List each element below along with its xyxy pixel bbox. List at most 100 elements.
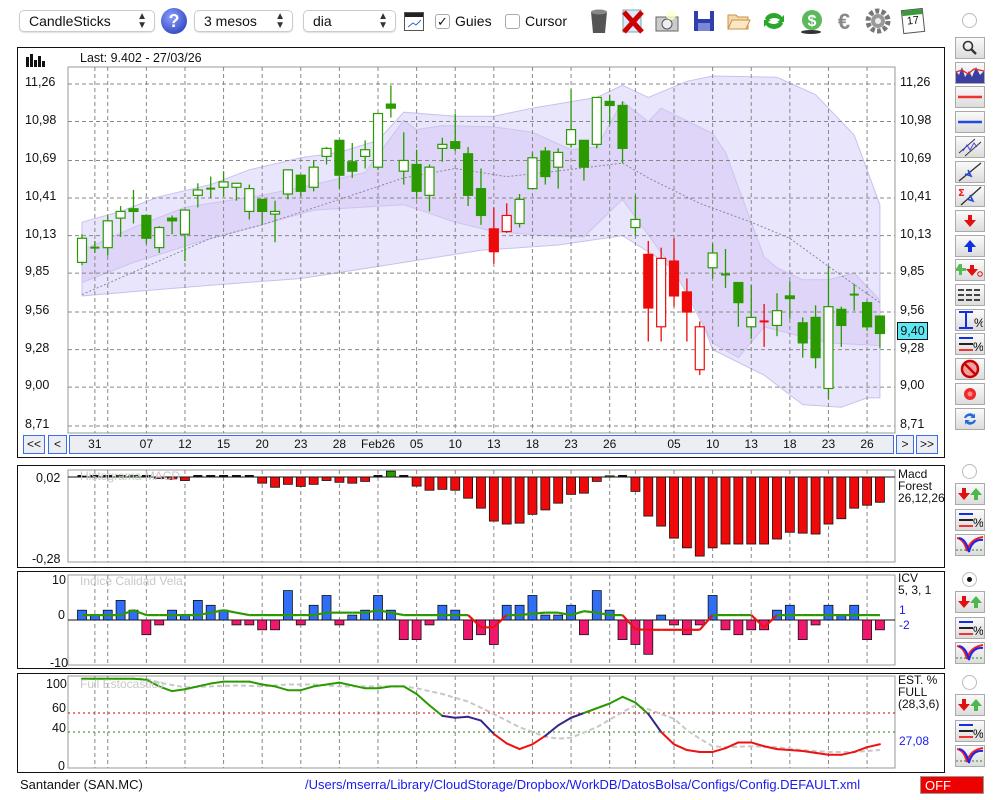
stoch-k-segment — [454, 715, 470, 719]
icv-bar — [591, 590, 602, 621]
candle-body — [733, 281, 744, 304]
stoch-k-segment — [171, 688, 186, 693]
macd-ytick: -0,28 — [32, 552, 61, 566]
macd-bar — [437, 476, 448, 490]
icv-bar — [141, 619, 152, 636]
icv-signal-segment — [519, 612, 533, 617]
icv-levels-button[interactable]: % — [955, 616, 985, 639]
stoch-k-segment — [685, 749, 701, 753]
candle-body — [424, 166, 435, 196]
candle — [372, 112, 384, 170]
stoch-k-segment — [338, 681, 354, 687]
candle-body — [656, 257, 667, 328]
candle-body — [128, 208, 139, 213]
candle-body — [694, 326, 705, 371]
icv-bar — [398, 619, 409, 641]
candle-body — [218, 181, 229, 188]
price-ytick-left: 10,41 — [25, 189, 57, 203]
candle-body — [591, 96, 602, 145]
off-toggle[interactable]: OFF — [920, 776, 984, 794]
macd-bar — [630, 476, 641, 492]
stoch-levels-button[interactable]: % — [955, 719, 985, 742]
icv-bar — [733, 619, 744, 636]
macd-ytick: 0,02 — [36, 471, 61, 485]
candle-body — [643, 253, 654, 309]
macd-bar — [476, 476, 486, 509]
candle-body — [488, 228, 499, 253]
macd-oscillator-button[interactable] — [955, 534, 985, 556]
stoch-k-segment — [621, 695, 637, 704]
icv-bar — [257, 619, 268, 631]
icv-oscillator-button[interactable] — [955, 642, 985, 664]
stoch-panel-radio[interactable] — [962, 675, 977, 690]
stoch-k-segment — [557, 716, 573, 727]
scroll-first-button[interactable]: << — [23, 435, 45, 454]
icv-panel-radio[interactable] — [962, 572, 977, 587]
stoch-oscillator-button[interactable] — [955, 745, 985, 767]
icv-bar — [373, 595, 383, 621]
macd-legend: Macd Forest 26,12,26 — [898, 467, 945, 505]
macd-bar — [591, 476, 602, 482]
price-ytick-left: 10,69 — [25, 151, 57, 166]
icv-bar — [810, 619, 821, 626]
stoch-k-segment — [299, 685, 315, 692]
price-ytick-right: 9,85 — [900, 264, 925, 279]
scroll-prev-button[interactable]: < — [48, 435, 67, 454]
price-ytick-left: 9,00 — [25, 378, 50, 393]
icv-bar — [115, 600, 126, 621]
candle-body — [501, 214, 512, 233]
stoch-signals-button[interactable] — [955, 694, 985, 716]
config-path-link[interactable]: /Users/mserra/Library/CloudStorage/Dropb… — [305, 777, 860, 792]
levels-icon: % — [957, 721, 983, 741]
icv-bar — [154, 619, 165, 626]
date-scrollbar[interactable] — [69, 435, 894, 454]
candle-body — [514, 198, 525, 225]
price-ytick-left: 10,13 — [25, 226, 57, 241]
stoch-legend: EST. % FULL (28,3,6) — [898, 673, 940, 711]
stoch-k-segment — [479, 719, 495, 735]
macd-bar — [643, 476, 654, 517]
macd-bar — [707, 476, 718, 549]
candle-body — [360, 149, 371, 158]
date-label: 07 — [139, 437, 154, 451]
icv-bar — [875, 619, 885, 631]
macd-panel-radio[interactable] — [962, 464, 977, 479]
stoch-k-segment — [595, 702, 611, 710]
icv-bar — [334, 619, 345, 626]
macd-levels-button[interactable]: % — [955, 508, 985, 531]
candle-body — [334, 139, 345, 176]
candle-body — [411, 163, 422, 192]
icv-bar — [231, 619, 242, 626]
macd-bar — [810, 476, 821, 535]
candle-body — [630, 218, 641, 229]
stoch-k-segment — [325, 681, 341, 686]
candle-body — [437, 143, 448, 149]
candle — [76, 234, 88, 266]
candle-body — [166, 217, 178, 222]
levels-icon: % — [957, 618, 983, 638]
macd-bar — [244, 475, 254, 477]
signals-icon — [958, 488, 982, 500]
stoch-k-segment — [660, 731, 676, 746]
candle — [385, 85, 396, 118]
macd-bar — [759, 476, 770, 545]
icv-legend: ICV 5, 3, 1 — [898, 571, 932, 597]
price-ytick-right: 9,56 — [900, 303, 925, 318]
icv-signals-button[interactable] — [955, 591, 985, 613]
bar-chart-icon[interactable] — [26, 53, 48, 67]
candle-body — [604, 100, 615, 107]
macd-bar — [501, 476, 512, 525]
candle-body — [668, 260, 680, 297]
candle-body — [347, 161, 358, 172]
price-ytick-right: 10,98 — [900, 112, 932, 127]
scroll-last-button[interactable]: >> — [916, 435, 938, 454]
stoch-d-line — [82, 677, 881, 753]
scroll-next-button[interactable]: > — [896, 435, 914, 454]
macd-bar — [746, 476, 757, 545]
date-label: 10 — [448, 437, 462, 451]
icv-bar — [617, 619, 628, 641]
macd-signals-button[interactable] — [955, 483, 985, 505]
stoch-k-segment — [209, 680, 225, 685]
macd-bar — [720, 476, 731, 545]
date-label: 18 — [525, 437, 540, 451]
